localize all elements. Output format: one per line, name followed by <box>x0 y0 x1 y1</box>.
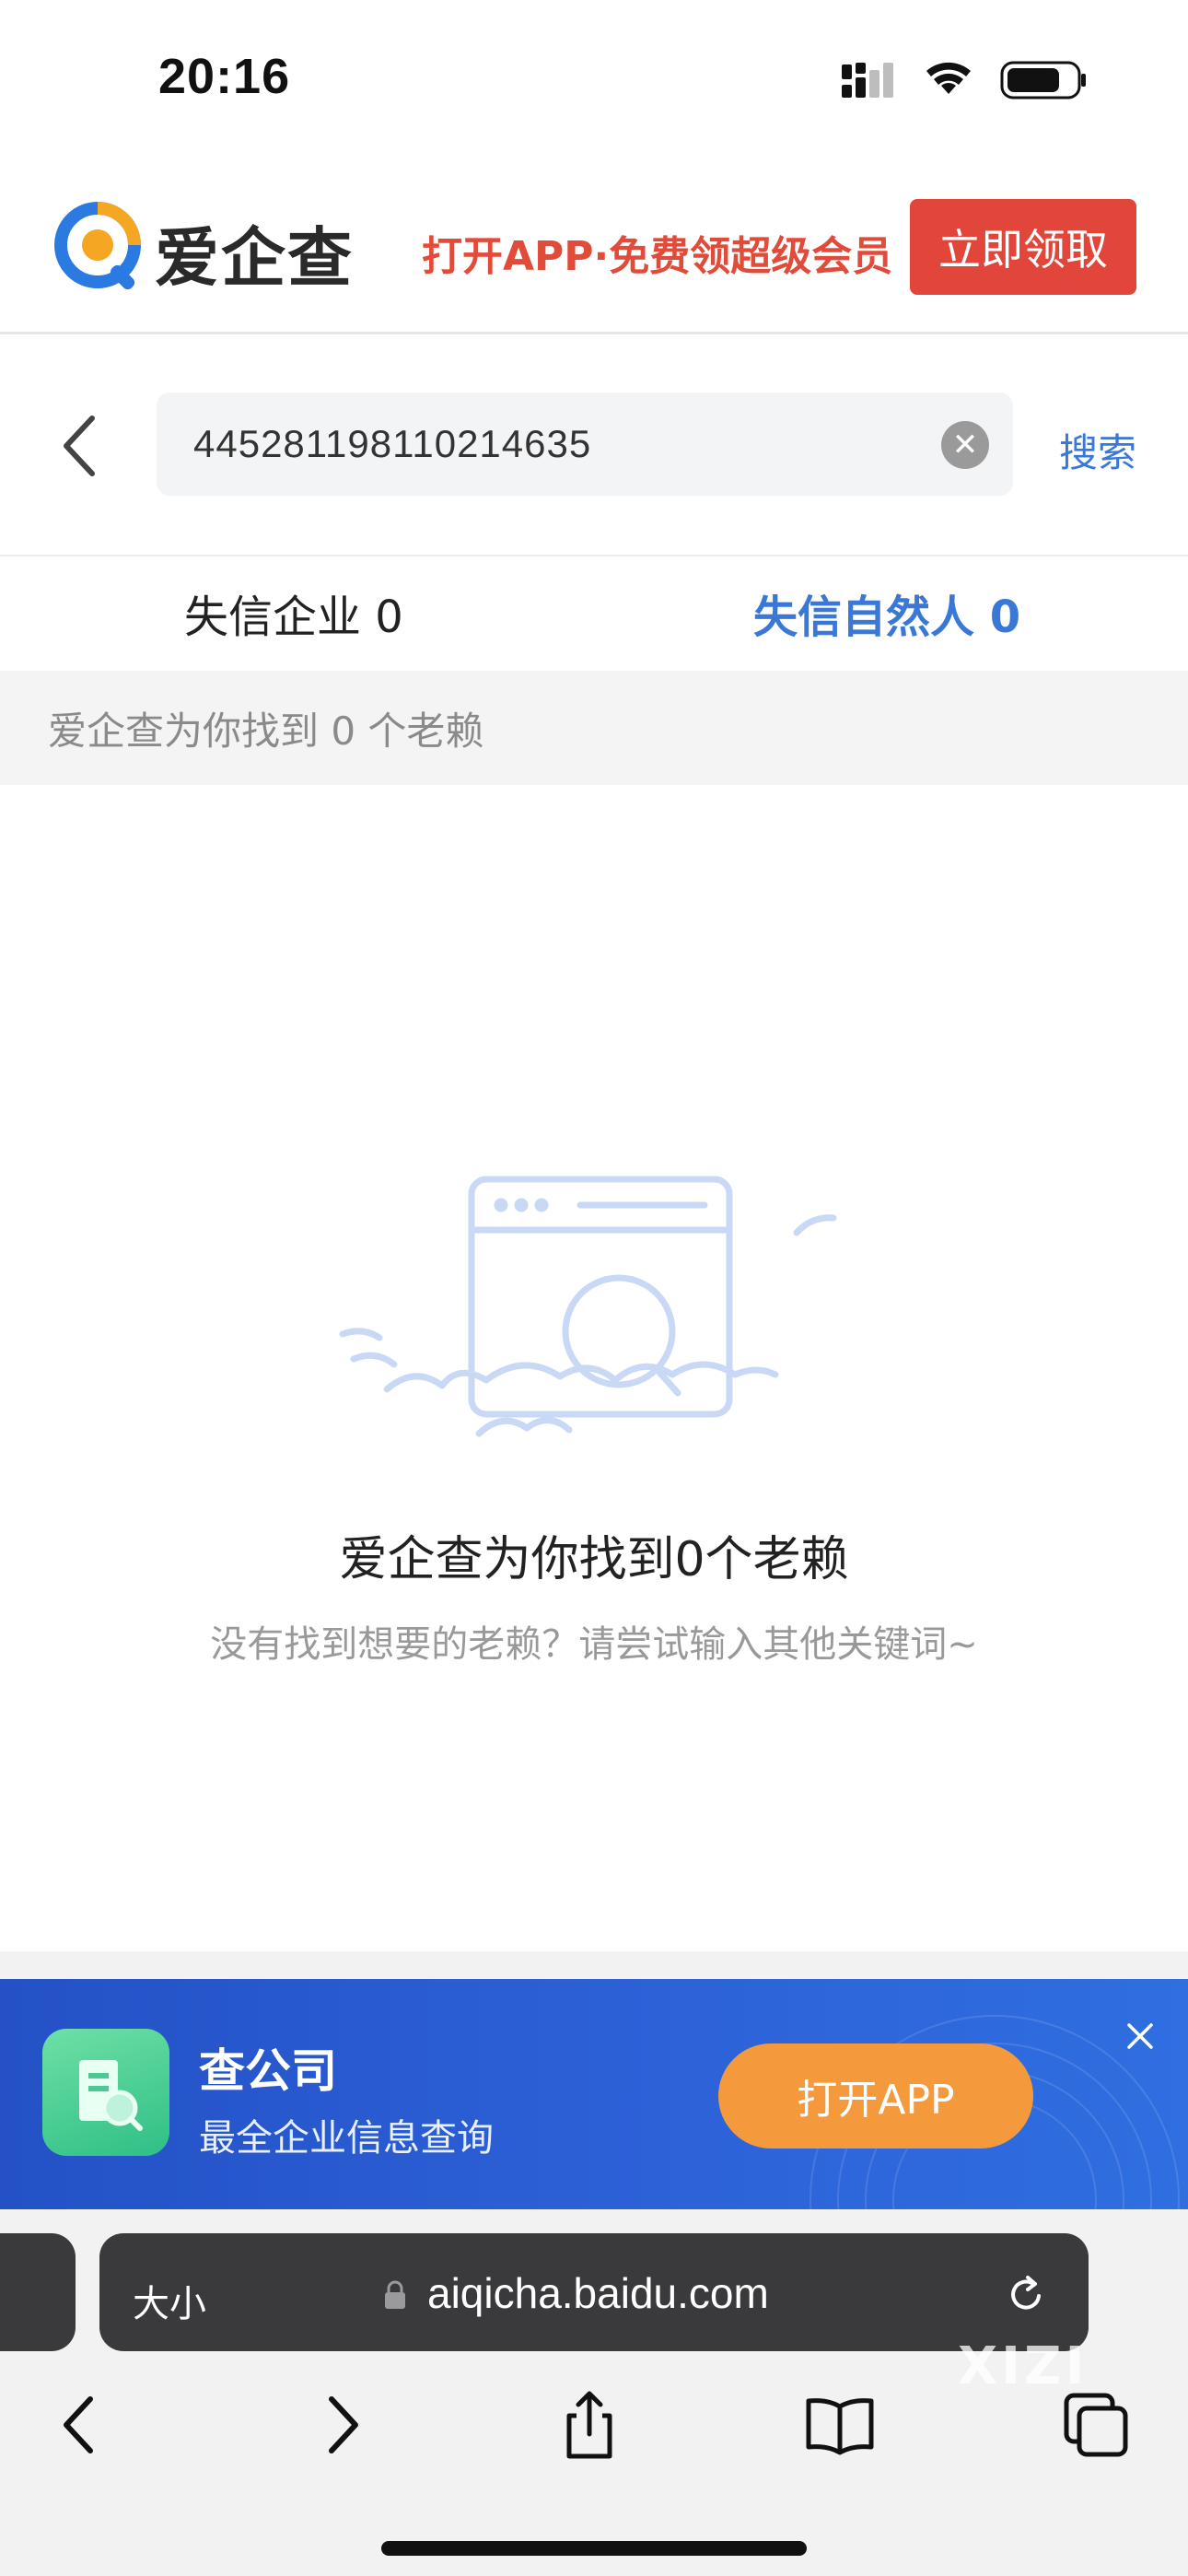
back-icon[interactable] <box>44 2388 118 2462</box>
empty-state-title: 爱企查为你找到0个老赖 <box>339 1532 849 1587</box>
building-search-icon <box>79 2060 143 2131</box>
share-icon[interactable] <box>553 2388 626 2462</box>
battery-icon <box>1000 61 1086 100</box>
empty-state-subtitle: 没有找到想要的老赖？请尝试输入其他关键词~ <box>210 1623 978 1666</box>
close-icon[interactable] <box>1122 2018 1159 2055</box>
chevron-left-icon[interactable] <box>53 411 109 481</box>
address-bar[interactable]: 大小 aiqicha.baidu.com <box>99 2233 1089 2351</box>
page-settings-button[interactable]: 大小 <box>133 2274 206 2327</box>
forward-icon[interactable] <box>304 2388 378 2462</box>
app-icon[interactable] <box>42 2029 169 2156</box>
aiqicha-logo-icon[interactable] <box>52 199 147 295</box>
tab-dishonest-enterprise[interactable]: 失信企业 0 <box>184 580 403 645</box>
promo-text[interactable]: 打开APP·免费领超级会员 <box>422 223 892 282</box>
claim-button[interactable]: 立即领取 <box>910 199 1136 295</box>
cellular-signal-icon <box>842 63 893 98</box>
open-app-button[interactable]: 打开APP <box>718 2043 1033 2149</box>
empty-search-illustration <box>339 1176 837 1437</box>
tabs-icon[interactable] <box>1059 2388 1133 2462</box>
url-text[interactable]: aiqicha.baidu.com <box>427 2268 769 2318</box>
bookmarks-icon[interactable] <box>803 2388 877 2462</box>
app-name: 查公司 <box>199 2044 337 2098</box>
status-icons <box>842 61 1086 100</box>
home-indicator[interactable] <box>381 2541 807 2556</box>
clear-icon[interactable]: ✕ <box>941 421 989 469</box>
wifi-icon <box>926 62 971 94</box>
previous-tab-preview[interactable] <box>0 2233 76 2351</box>
tab-dishonest-person[interactable]: 失信自然人 0 <box>753 580 1020 645</box>
divider <box>0 1951 1188 1979</box>
app-description: 最全企业信息查询 <box>199 2117 494 2160</box>
brand-name[interactable]: 爱企查 <box>155 206 354 299</box>
status-time: 20:16 <box>158 49 291 104</box>
result-summary: 爱企查为你找到 0 个老赖 <box>48 708 484 754</box>
lock-icon <box>385 2280 405 2309</box>
reload-icon[interactable] <box>1004 2272 1048 2316</box>
search-input[interactable]: 445281198110214635 ✕ <box>157 392 1013 496</box>
search-button[interactable]: 搜索 <box>1059 422 1136 478</box>
search-input-value[interactable]: 445281198110214635 <box>193 422 591 466</box>
